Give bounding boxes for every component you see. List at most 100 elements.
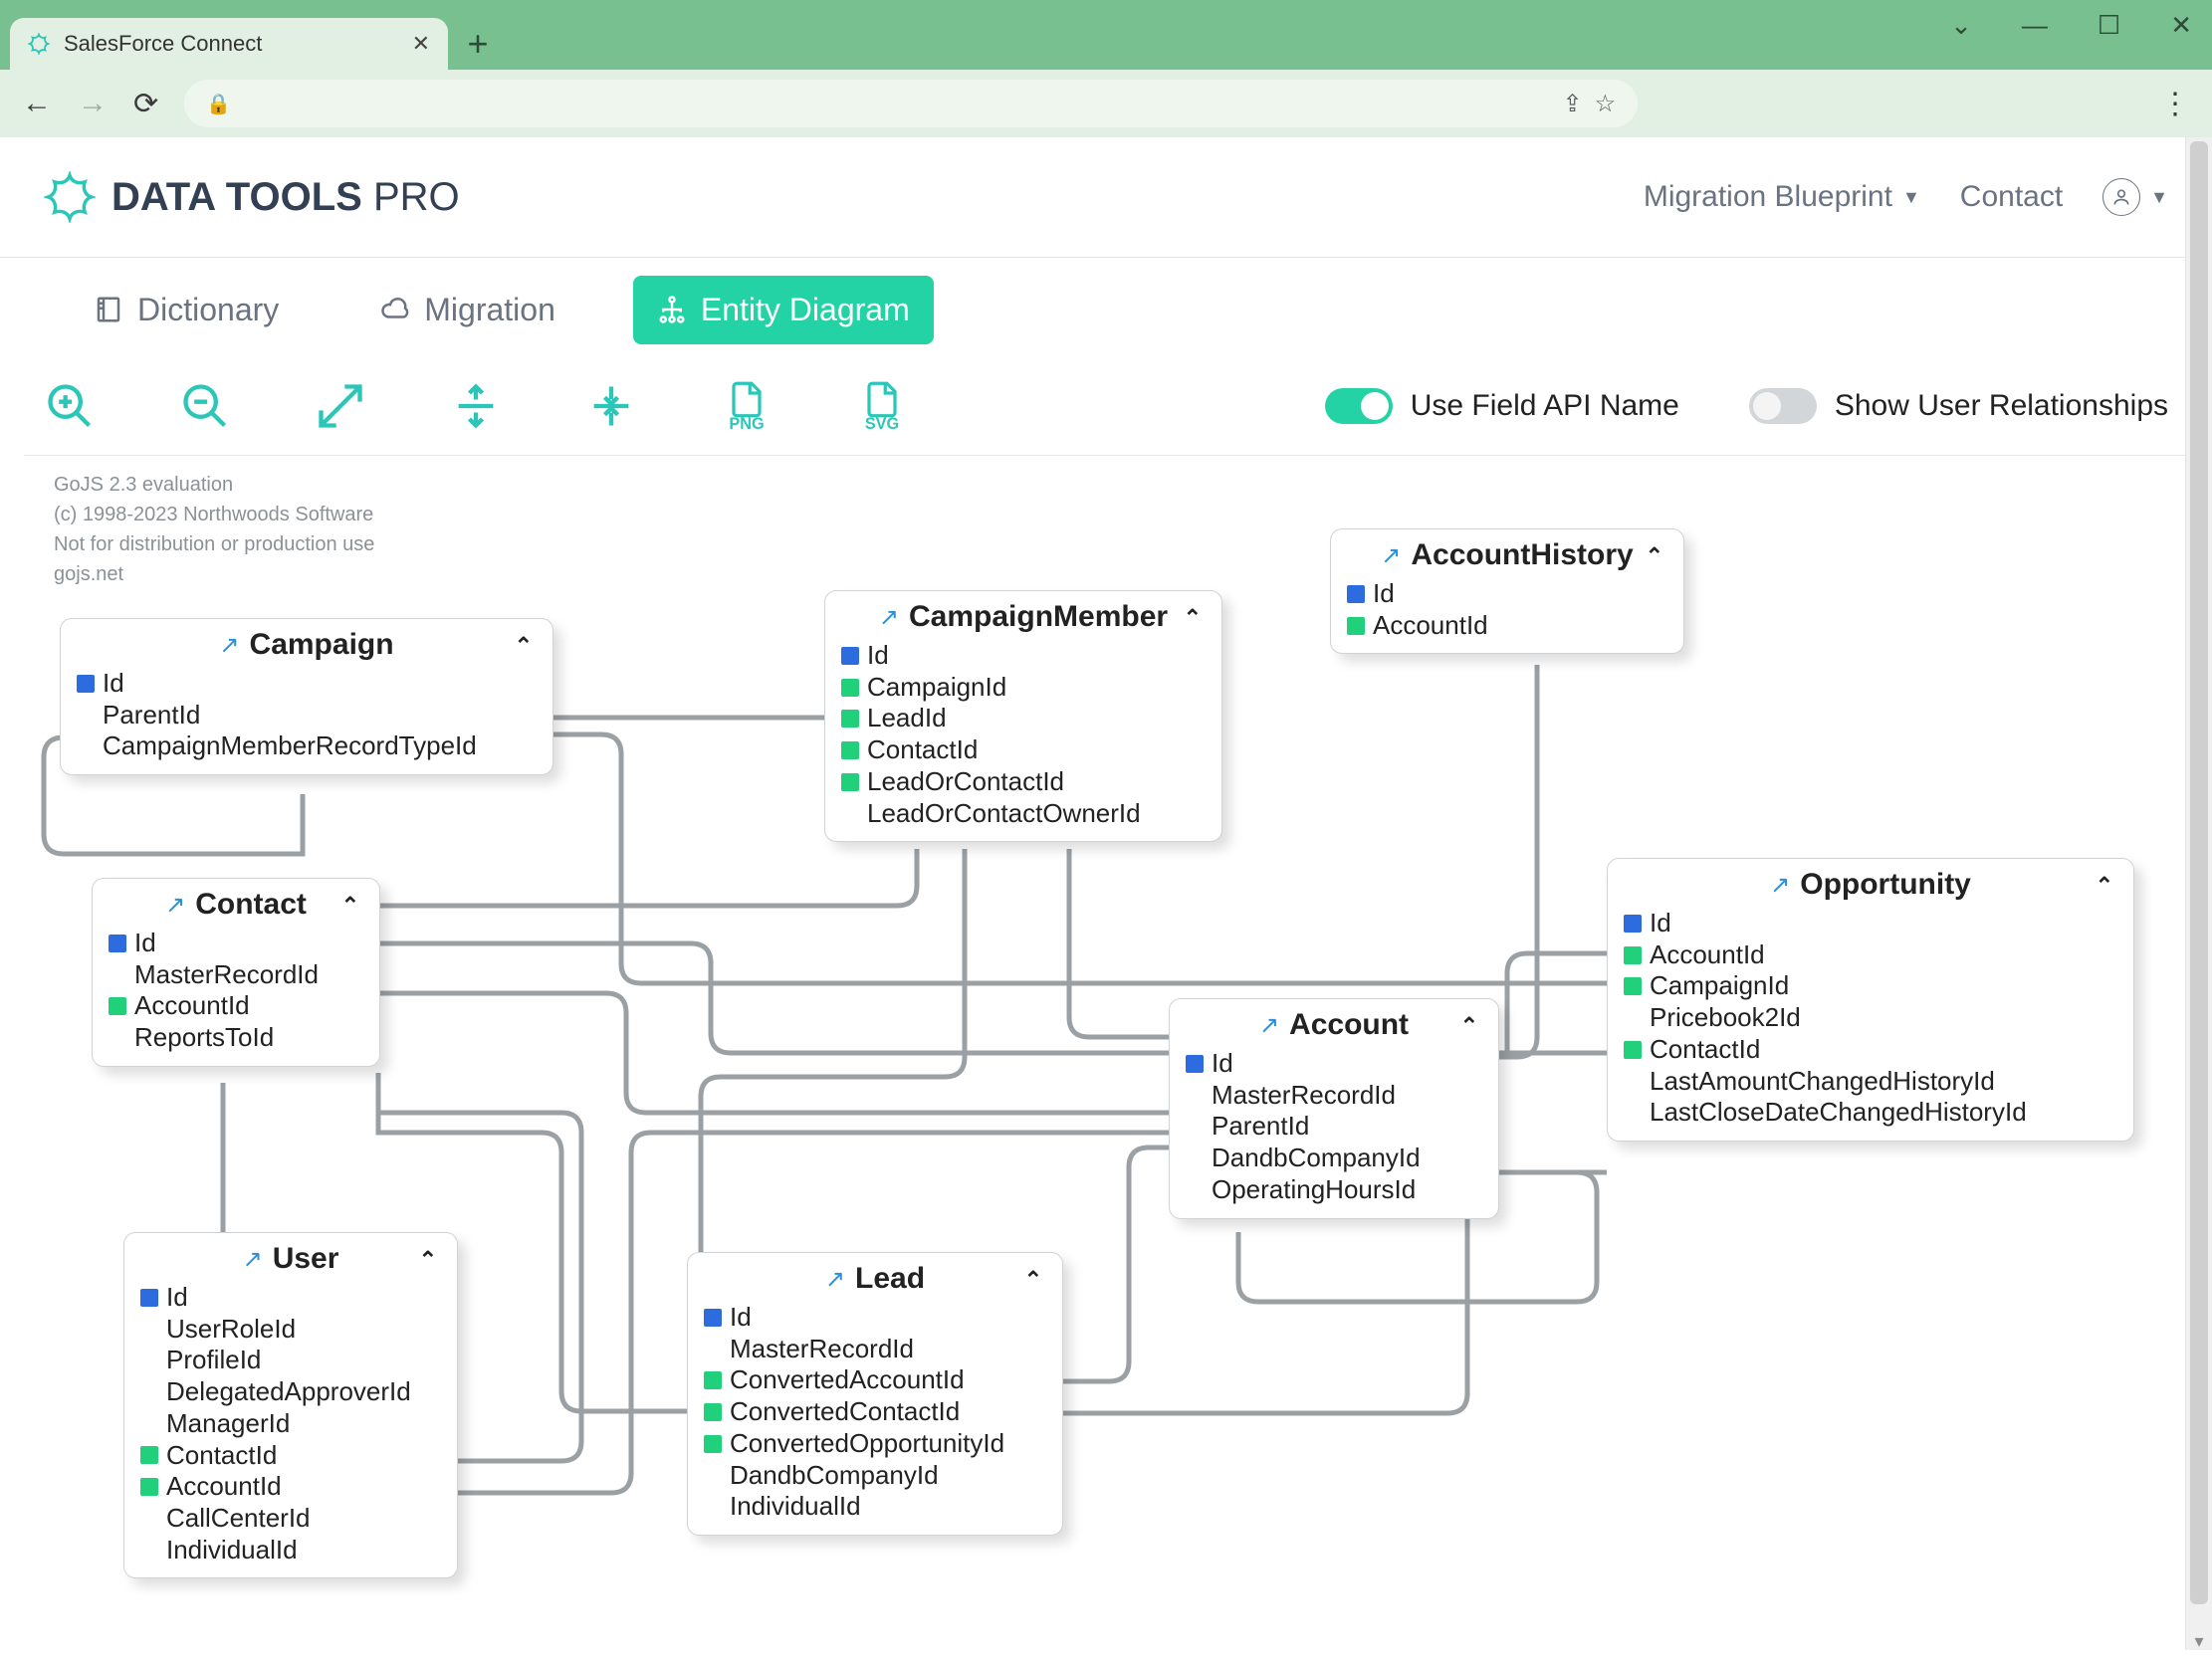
open-link-icon[interactable]: ↗ <box>879 603 899 632</box>
entity-field[interactable]: Id <box>839 640 1208 672</box>
collapse-icon[interactable]: ⌃ <box>1460 1013 1478 1039</box>
entity-field[interactable]: ReportsToId <box>107 1022 365 1054</box>
entity-field[interactable]: DandbCompanyId <box>1184 1143 1484 1174</box>
entity-field[interactable]: Id <box>138 1282 443 1314</box>
open-link-icon[interactable]: ↗ <box>219 631 239 660</box>
share-icon[interactable]: ⇪ <box>1563 90 1583 118</box>
entity-field[interactable]: AccountId <box>107 990 365 1022</box>
tab-entity-diagram[interactable]: Entity Diagram <box>633 276 934 344</box>
close-tab-icon[interactable]: ✕ <box>412 31 430 57</box>
export-png-button[interactable]: PNG <box>721 380 773 432</box>
entity-lead[interactable]: ↗Lead⌃ IdMasterRecordIdConvertedAccountI… <box>687 1252 1063 1536</box>
collapse-icon[interactable]: ⌃ <box>341 893 359 919</box>
nav-migration-blueprint[interactable]: Migration Blueprint ▼ <box>1644 180 1920 214</box>
reload-icon[interactable]: ⟳ <box>133 87 158 121</box>
entity-field[interactable]: LeadId <box>839 703 1208 734</box>
entity-field[interactable]: Id <box>107 928 365 959</box>
entity-field[interactable]: AccountId <box>138 1471 443 1503</box>
entity-field[interactable]: DelegatedApproverId <box>138 1376 443 1408</box>
open-link-icon[interactable]: ↗ <box>1259 1011 1279 1040</box>
entity-field[interactable]: Id <box>702 1302 1048 1334</box>
open-link-icon[interactable]: ↗ <box>1770 871 1790 900</box>
minimize-icon[interactable]: — <box>2022 10 2048 41</box>
open-link-icon[interactable]: ↗ <box>165 891 185 920</box>
collapse-icon[interactable]: ⌃ <box>515 633 533 659</box>
entity-field[interactable]: LastAmountChangedHistoryId <box>1622 1066 2119 1098</box>
new-tab-button[interactable]: + <box>448 18 508 70</box>
entity-field[interactable]: LeadOrContactOwnerId <box>839 798 1208 830</box>
zoom-in-button[interactable] <box>44 380 96 432</box>
entity-field[interactable]: CampaignMemberRecordTypeId <box>75 730 539 762</box>
entity-field[interactable]: ConvertedAccountId <box>702 1364 1048 1396</box>
open-link-icon[interactable]: ↗ <box>825 1265 845 1294</box>
collapse-icon[interactable]: ⌃ <box>1646 543 1663 569</box>
entity-campaignmember[interactable]: ↗CampaignMember⌃ IdCampaignIdLeadIdConta… <box>824 590 1222 842</box>
entity-account[interactable]: ↗Account⌃ IdMasterRecordIdParentIdDandbC… <box>1169 998 1499 1219</box>
entity-field[interactable]: Id <box>1622 908 2119 939</box>
scrollbar-thumb[interactable] <box>2190 141 2208 1604</box>
tab-migration[interactable]: Migration <box>356 276 579 344</box>
chevron-down-icon[interactable]: ⌄ <box>1950 10 1972 41</box>
entity-field[interactable]: MasterRecordId <box>1184 1080 1484 1112</box>
entity-field[interactable]: DandbCompanyId <box>702 1460 1048 1492</box>
open-link-icon[interactable]: ↗ <box>1381 541 1401 570</box>
browser-tab[interactable]: SalesForce Connect ✕ <box>10 18 448 70</box>
toggle-switch[interactable] <box>1749 388 1817 424</box>
expand-vertical-button[interactable] <box>450 380 502 432</box>
maximize-icon[interactable]: ☐ <box>2098 10 2120 41</box>
kebab-menu-icon[interactable]: ⋮ <box>2160 87 2190 121</box>
nav-contact[interactable]: Contact <box>1960 180 2063 214</box>
app-logo[interactable]: DATA TOOLS PRO <box>44 171 460 223</box>
collapse-icon[interactable]: ⌃ <box>1184 605 1202 631</box>
entity-field[interactable]: Id <box>75 668 539 700</box>
zoom-out-button[interactable] <box>179 380 231 432</box>
entity-field[interactable]: CallCenterId <box>138 1503 443 1535</box>
entity-field[interactable]: ContactId <box>839 734 1208 766</box>
toggle-user-relationships[interactable]: Show User Relationships <box>1749 388 2168 424</box>
entity-field[interactable]: LastCloseDateChangedHistoryId <box>1622 1097 2119 1129</box>
address-bar[interactable]: 🔒 ⇪ ☆ <box>184 80 1638 127</box>
entity-opportunity[interactable]: ↗Opportunity⌃ IdAccountIdCampaignIdPrice… <box>1607 858 2134 1142</box>
collapse-icon[interactable]: ⌃ <box>1024 1267 1042 1293</box>
entity-field[interactable]: ManagerId <box>138 1408 443 1440</box>
entity-campaign[interactable]: ↗Campaign⌃ IdParentIdCampaignMemberRecor… <box>60 618 553 775</box>
entity-field[interactable]: Id <box>1345 578 1669 610</box>
scroll-down-icon[interactable]: ▾ <box>2186 1631 2212 1652</box>
entity-field[interactable]: MasterRecordId <box>107 959 365 991</box>
close-window-icon[interactable]: ✕ <box>2170 10 2192 41</box>
entity-field[interactable]: ConvertedContactId <box>702 1396 1048 1428</box>
toggle-switch[interactable] <box>1325 388 1393 424</box>
forward-icon[interactable]: → <box>78 87 108 120</box>
entity-field[interactable]: CampaignId <box>1622 970 2119 1002</box>
entity-field[interactable]: ConvertedOpportunityId <box>702 1428 1048 1460</box>
toggle-api-name[interactable]: Use Field API Name <box>1325 388 1679 424</box>
collapse-vertical-button[interactable] <box>585 380 637 432</box>
entity-field[interactable]: Id <box>1184 1048 1484 1080</box>
entity-field[interactable]: ParentId <box>75 700 539 731</box>
collapse-icon[interactable]: ⌃ <box>2096 873 2113 899</box>
entity-contact[interactable]: ↗Contact⌃ IdMasterRecordIdAccountIdRepor… <box>92 878 380 1067</box>
entity-field[interactable]: ParentId <box>1184 1111 1484 1143</box>
entity-field[interactable]: AccountId <box>1622 939 2119 971</box>
expand-button[interactable] <box>315 380 366 432</box>
entity-field[interactable]: LeadOrContactId <box>839 766 1208 798</box>
user-menu[interactable]: ▼ <box>2102 178 2168 216</box>
entity-field[interactable]: IndividualId <box>138 1535 443 1566</box>
entity-accounthistory[interactable]: ↗AccountHistory⌃ IdAccountId <box>1330 528 1684 654</box>
entity-field[interactable]: ContactId <box>1622 1034 2119 1066</box>
page-scrollbar[interactable]: ▴ ▾ <box>2185 137 2212 1650</box>
collapse-icon[interactable]: ⌃ <box>419 1247 437 1273</box>
entity-user[interactable]: ↗User⌃ IdUserRoleIdProfileIdDelegatedApp… <box>123 1232 458 1578</box>
back-icon[interactable]: ← <box>22 87 52 120</box>
tab-dictionary[interactable]: Dictionary <box>70 276 303 344</box>
entity-field[interactable]: CampaignId <box>839 672 1208 704</box>
entity-field[interactable]: MasterRecordId <box>702 1334 1048 1365</box>
entity-field[interactable]: UserRoleId <box>138 1314 443 1346</box>
diagram-canvas[interactable]: GoJS 2.3 evaluation (c) 1998-2023 Northw… <box>24 455 2188 1590</box>
bookmark-star-icon[interactable]: ☆ <box>1595 90 1617 118</box>
entity-field[interactable]: ContactId <box>138 1440 443 1472</box>
entity-field[interactable]: ProfileId <box>138 1345 443 1376</box>
open-link-icon[interactable]: ↗ <box>243 1245 263 1274</box>
entity-field[interactable]: IndividualId <box>702 1491 1048 1523</box>
entity-field[interactable]: AccountId <box>1345 610 1669 642</box>
